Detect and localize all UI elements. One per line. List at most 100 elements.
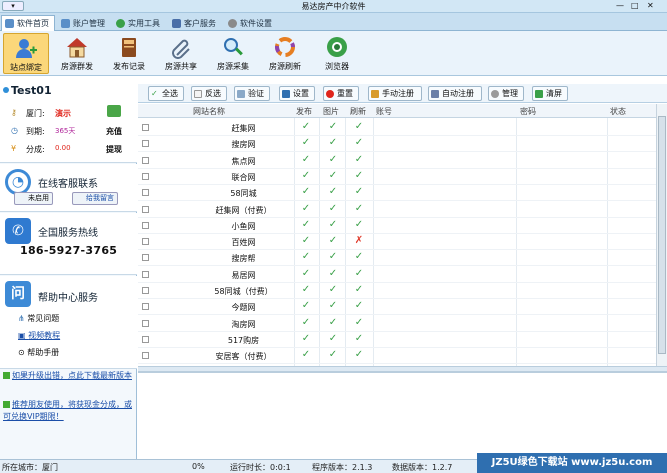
publish-record-button[interactable]: 发布记录 [106,33,152,74]
upgrade-link[interactable]: 如果升级出错，点此下载最新版本 [3,370,133,382]
table-row[interactable]: 安居客（付费） ✓ ✓ ✓ [138,348,656,365]
table-row[interactable]: 焦点网 ✓ ✓ ✓ [138,153,656,169]
table-row[interactable]: 58同城 ✓ ✓ ✓ [138,185,656,202]
col-refresh[interactable]: 刷新 [350,106,366,117]
row-checkbox[interactable] [142,335,149,343]
row-checkbox[interactable] [142,205,149,213]
minimize-icon[interactable]: — [616,1,624,11]
image-mark[interactable]: ✓ [327,137,339,148]
refresh-mark[interactable]: ✓ [353,154,365,165]
image-mark[interactable]: ✓ [327,203,339,214]
table-row[interactable]: 联合网 ✓ ✓ ✓ [138,169,656,185]
invert-select-button[interactable]: 反选 [191,86,227,101]
row-checkbox[interactable] [142,238,149,246]
table-row[interactable]: 赶集网 ✓ ✓ ✓ [138,120,656,136]
table-row[interactable]: 淘房网 ✓ ✓ ✓ [138,316,656,332]
manage-button[interactable]: 管理 [488,86,524,101]
refresh-mark[interactable]: ✓ [353,251,365,262]
publish-mark[interactable]: ✓ [300,300,312,311]
publish-mark[interactable]: ✓ [300,284,312,295]
image-mark[interactable]: ✓ [327,268,339,279]
row-checkbox[interactable] [142,124,149,131]
refresh-mark[interactable]: ✓ [353,121,365,132]
tab-settings[interactable]: 软件设置 [224,15,278,31]
image-mark[interactable]: ✓ [327,284,339,295]
tab-service[interactable]: 客户服务 [168,15,222,31]
refresh-mark[interactable]: ✗ [353,235,365,246]
refresh-mark[interactable]: ✓ [353,317,365,328]
col-status[interactable]: 状态 [610,106,626,117]
auto-register-button[interactable]: 自动注册 [428,86,482,101]
col-password[interactable]: 密码 [520,106,536,117]
row-checkbox[interactable] [142,352,149,360]
manual-register-button[interactable]: 手动注册 [368,86,422,101]
refresh-mark[interactable]: ✓ [353,284,365,295]
mass-publish-button[interactable]: 房源群发 [54,33,100,74]
table-row[interactable]: 搜房帮 ✓ ✓ ✓ [138,250,656,267]
tab-home[interactable]: 软件首页 [1,15,55,32]
faq-link[interactable]: ⋔ 常见问题 [18,313,59,324]
refresh-mark[interactable]: ✓ [353,137,365,148]
refresh-mark[interactable]: ✓ [353,333,365,344]
col-publish[interactable]: 发布 [296,106,312,117]
table-row[interactable]: 58同城（付费） ✓ ✓ ✓ [138,283,656,299]
publish-mark[interactable]: ✓ [300,235,312,246]
publish-mark[interactable]: ✓ [300,170,312,181]
image-mark[interactable]: ✓ [327,333,339,344]
col-image[interactable]: 图片 [323,106,339,117]
row-checkbox[interactable] [142,319,149,327]
publish-mark[interactable]: ✓ [300,251,312,262]
maximize-icon[interactable]: □ [631,1,639,11]
publish-mark[interactable]: ✓ [300,317,312,328]
table-row[interactable]: 小鱼网 ✓ ✓ ✓ [138,218,656,234]
image-mark[interactable]: ✓ [327,251,339,262]
publish-mark[interactable]: ✓ [300,203,312,214]
row-checkbox[interactable] [142,189,149,197]
image-mark[interactable]: ✓ [327,317,339,328]
tab-tools[interactable]: 实用工具 [112,15,166,31]
image-mark[interactable]: ✓ [327,170,339,181]
refresh-mark[interactable]: ✓ [353,349,365,360]
support-unused-button[interactable]: 未启用 [14,192,53,205]
site-bind-button[interactable]: 站点绑定 [3,33,49,74]
table-row[interactable]: 今题网 ✓ ✓ ✓ [138,299,656,316]
invite-link[interactable]: 推荐朋友使用，将获现金分成，或可兑换VIP期限！ [3,399,133,423]
publish-mark[interactable]: ✓ [300,154,312,165]
settings-button[interactable]: 设置 [279,86,315,101]
image-mark[interactable]: ✓ [327,121,339,132]
publish-mark[interactable]: ✓ [300,333,312,344]
image-mark[interactable]: ✓ [327,349,339,360]
col-account[interactable]: 账号 [376,106,392,117]
image-mark[interactable]: ✓ [327,154,339,165]
row-checkbox[interactable] [142,254,149,262]
video-tutorial-link[interactable]: ▣ 视频教程 [18,330,60,341]
refresh-mark[interactable]: ✓ [353,170,365,181]
listing-refresh-button[interactable]: 房源刷新 [262,33,308,74]
recharge-button[interactable]: 充值 [106,126,122,137]
table-row[interactable]: 搜房网 ✓ ✓ ✓ [138,136,656,153]
image-mark[interactable]: ✓ [327,235,339,246]
row-checkbox[interactable] [142,172,149,180]
publish-mark[interactable]: ✓ [300,219,312,230]
table-row[interactable]: 易居网 ✓ ✓ ✓ [138,267,656,283]
tab-account[interactable]: 账户管理 [57,15,111,31]
row-checkbox[interactable] [142,287,149,294]
row-checkbox[interactable] [142,156,149,164]
refresh-mark[interactable]: ✓ [353,186,365,197]
close-icon[interactable]: ✕ [647,1,654,11]
clear-screen-button[interactable]: 清屏 [532,86,568,101]
leave-message-button[interactable]: 给我留言 [72,192,118,205]
image-mark[interactable]: ✓ [327,186,339,197]
col-site[interactable]: 网站名称 [193,106,225,117]
manual-link[interactable]: ⊙ 帮助手册 [18,347,59,358]
listing-share-button[interactable]: 房源共享 [158,33,204,74]
publish-mark[interactable]: ✓ [300,349,312,360]
listing-collect-button[interactable]: 房源采集 [210,33,256,74]
refresh-mark[interactable]: ✓ [353,219,365,230]
publish-mark[interactable]: ✓ [300,121,312,132]
publish-mark[interactable]: ✓ [300,137,312,148]
row-checkbox[interactable] [142,221,149,229]
refresh-mark[interactable]: ✓ [353,203,365,214]
refresh-mark[interactable]: ✓ [353,268,365,279]
publish-mark[interactable]: ✓ [300,268,312,279]
